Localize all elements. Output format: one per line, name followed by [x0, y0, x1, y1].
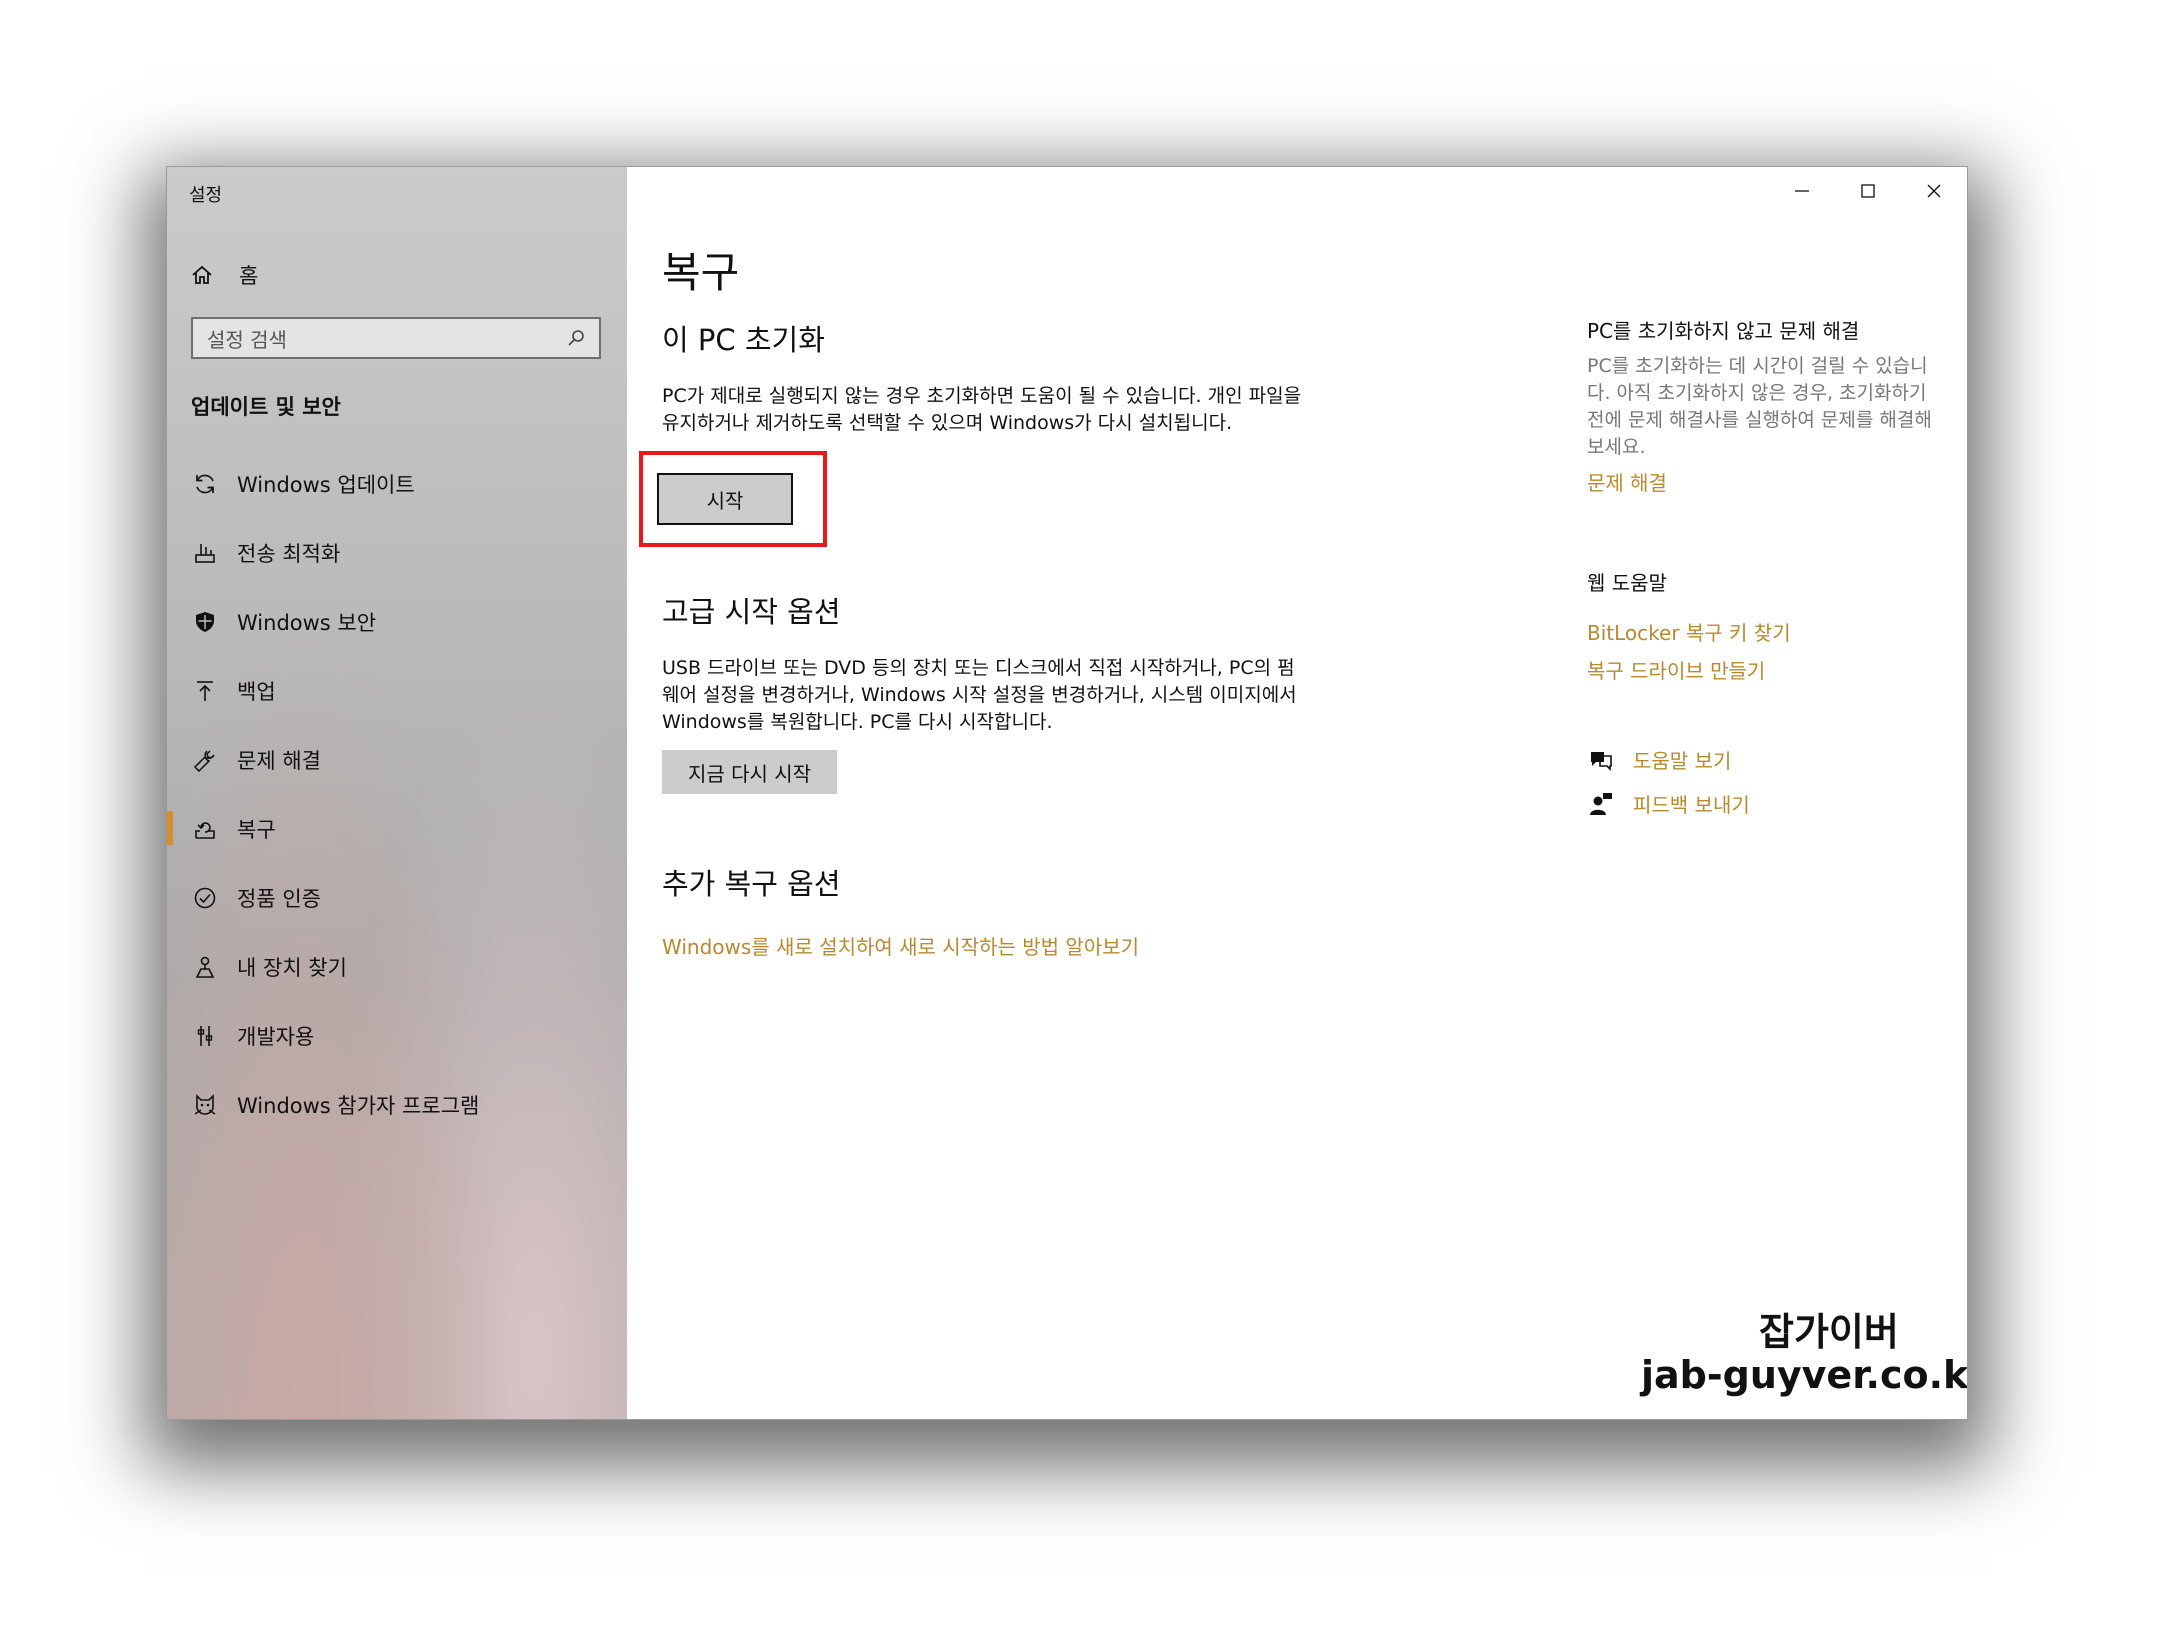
shield-icon: [191, 608, 219, 636]
sidebar-item-windows-update[interactable]: Windows 업데이트: [167, 449, 627, 518]
advanced-startup-heading: 고급 시작 옵션: [662, 595, 841, 629]
sidebar-section-title: 업데이트 및 보안: [191, 395, 341, 419]
minimize-button[interactable]: [1769, 167, 1835, 215]
sidebar-item-label: Windows 보안: [237, 610, 377, 635]
maximize-button[interactable]: [1835, 167, 1901, 215]
sidebar-item-label: 전송 최적화: [237, 541, 341, 566]
sidebar-item-label: Windows 업데이트: [237, 472, 415, 497]
search-input[interactable]: 설정 검색: [191, 317, 601, 359]
reset-pc-description: PC가 제대로 실행되지 않는 경우 초기화하면 도움이 될 수 있습니다. 개…: [662, 385, 1302, 434]
sidebar-item-windows-insider[interactable]: Windows 참가자 프로그램: [167, 1070, 627, 1139]
caption-buttons: [1769, 167, 1967, 215]
minimize-icon: [1795, 190, 1809, 192]
feedback-link[interactable]: 피드백 보내기: [1633, 789, 1750, 818]
troubleshoot-heading: PC를 초기화하지 않고 문제 해결: [1587, 319, 1860, 343]
watermark-url: jab-guyver.co.kr: [1641, 1353, 1968, 1397]
recovery-icon: [191, 815, 219, 843]
restart-now-button[interactable]: 지금 다시 시작: [662, 750, 837, 794]
bitlocker-key-link[interactable]: BitLocker 복구 키 찾기: [1587, 617, 1791, 646]
developer-tools-icon: [191, 1022, 219, 1050]
more-recovery-heading: 추가 복구 옵션: [662, 867, 841, 901]
sidebar-item-delivery-optimization[interactable]: 전송 최적화: [167, 518, 627, 587]
sidebar-item-label: 복구: [237, 817, 276, 842]
watermark-name: 잡가이버: [1759, 1310, 1899, 1354]
get-help-row[interactable]: 도움말 보기: [1587, 745, 1731, 774]
web-help-heading: 웹 도움말: [1587, 571, 1667, 595]
sidebar-item-troubleshoot[interactable]: 문제 해결: [167, 725, 627, 794]
sidebar-home[interactable]: 홈: [191, 255, 258, 295]
refresh-icon: [191, 470, 219, 498]
sidebar-item-windows-security[interactable]: Windows 보안: [167, 587, 627, 656]
sidebar-item-find-my-device[interactable]: 내 장치 찾기: [167, 932, 627, 1001]
sidebar-item-backup[interactable]: 백업: [167, 656, 627, 725]
insider-cat-icon: [191, 1091, 219, 1119]
sidebar-nav: Windows 업데이트 전송 최적화 Windows 보안 백업 문제 해결 …: [167, 449, 627, 1139]
check-circle-icon: [191, 884, 219, 912]
recovery-drive-link[interactable]: 복구 드라이브 만들기: [1587, 655, 1765, 684]
feedback-person-icon: [1587, 790, 1615, 818]
sidebar-item-activation[interactable]: 정품 인증: [167, 863, 627, 932]
home-label: 홈: [239, 264, 259, 288]
sidebar-item-label: 문제 해결: [237, 748, 321, 773]
search-placeholder: 설정 검색: [207, 327, 287, 352]
page-title: 복구: [662, 248, 740, 297]
search-icon: [568, 330, 584, 346]
sidebar-item-for-developers[interactable]: 개발자용: [167, 1001, 627, 1070]
reset-pc-heading: 이 PC 초기화: [662, 323, 825, 357]
highlight-box: [639, 451, 827, 547]
close-icon: [1927, 184, 1941, 198]
home-icon: [192, 265, 212, 284]
troubleshoot-link[interactable]: 문제 해결: [1587, 467, 1667, 496]
get-help-link[interactable]: 도움말 보기: [1633, 745, 1731, 774]
sidebar-item-label: 내 장치 찾기: [237, 955, 347, 980]
wrench-icon: [191, 746, 219, 774]
window-title: 설정: [189, 185, 223, 206]
feedback-row[interactable]: 피드백 보내기: [1587, 789, 1750, 818]
settings-window: 설정 홈 설정 검색 업데이트 및 보안 Windows 업데이트 전송 최적화…: [166, 166, 1968, 1420]
advanced-startup-description: USB 드라이브 또는 DVD 등의 장치 또는 디스크에서 직접 시작하거나,…: [662, 657, 1297, 733]
find-device-icon: [191, 953, 219, 981]
sidebar: 설정 홈 설정 검색 업데이트 및 보안 Windows 업데이트 전송 최적화…: [167, 167, 627, 1419]
sidebar-item-label: Windows 참가자 프로그램: [237, 1093, 480, 1118]
sidebar-item-label: 정품 인증: [237, 886, 321, 911]
help-chat-icon: [1587, 746, 1615, 774]
maximize-icon: [1861, 184, 1875, 198]
fresh-start-link[interactable]: Windows를 새로 설치하여 새로 시작하는 방법 알아보기: [662, 931, 1139, 960]
delivery-optimization-icon: [191, 539, 219, 567]
close-button[interactable]: [1901, 167, 1967, 215]
troubleshoot-description: PC를 초기화하는 데 시간이 걸릴 수 있습니다. 아직 초기화하지 않은 경…: [1587, 355, 1932, 458]
backup-arrow-icon: [191, 677, 219, 705]
sidebar-item-label: 백업: [237, 679, 276, 704]
sidebar-item-recovery[interactable]: 복구: [167, 794, 627, 863]
sidebar-item-label: 개발자용: [237, 1024, 315, 1049]
